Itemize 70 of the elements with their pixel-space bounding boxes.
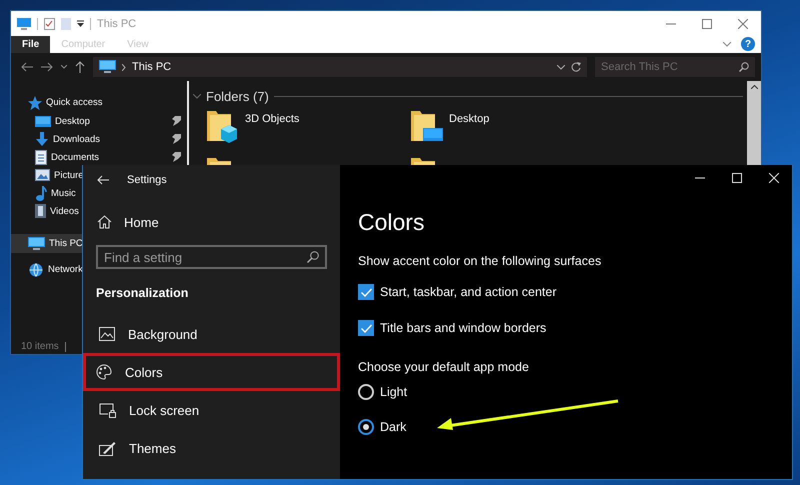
section-label: Show accent color on the following surfaces [358, 254, 602, 268]
search-icon[interactable] [739, 62, 749, 72]
section-heading: Personalization [95, 285, 190, 302]
nav-item[interactable]: Downloads [11, 130, 187, 148]
nav-item[interactable]: Background [83, 315, 340, 353]
help-button[interactable]: ? [741, 37, 755, 51]
computer-icon [28, 236, 45, 250]
checkbox[interactable]: Start, taskbar, and action center [358, 280, 792, 304]
up-arrow-icon[interactable] [75, 61, 85, 73]
computer-icon [99, 60, 116, 74]
computer-icon[interactable] [17, 18, 31, 30]
ribbon-tab[interactable]: File [11, 36, 50, 53]
radio-button[interactable]: Light [358, 380, 792, 404]
nav-item[interactable]: Desktop [11, 112, 187, 130]
search-icon[interactable] [307, 251, 319, 263]
group-header: Folders (7) [206, 88, 269, 104]
desktop-icon [35, 114, 51, 128]
properties-checklist-icon[interactable] [44, 18, 55, 30]
film-icon [35, 204, 46, 218]
scrollbar[interactable] [747, 81, 761, 165]
document-icon [35, 150, 47, 164]
nav-item[interactable]: Documents [11, 148, 187, 166]
music-note-icon [35, 186, 47, 200]
screen-lock-icon [99, 402, 116, 418]
folder-name[interactable]: 3D Objects [245, 113, 300, 125]
checkmark-icon [360, 324, 372, 332]
folder-cube-icon[interactable] [207, 109, 239, 144]
pin-icon [172, 116, 181, 126]
pin-icon [172, 152, 181, 162]
scroll-up-icon[interactable] [750, 85, 758, 89]
page-title: Colors [358, 209, 426, 237]
nav-item[interactable]: Home [83, 203, 340, 241]
back-arrow-icon[interactable] [21, 62, 33, 72]
home-icon [97, 215, 112, 229]
chevron-down-icon[interactable] [61, 65, 67, 69]
dropdown-arrow-icon[interactable] [77, 20, 84, 27]
chevron-down-icon[interactable] [557, 64, 565, 70]
pin-icon [172, 134, 181, 144]
nav-item[interactable]: Network [11, 260, 85, 279]
section-label: Choose your default app mode [358, 360, 530, 374]
nav-item[interactable]: Picture [11, 166, 86, 184]
nav-item[interactable]: Music [11, 184, 78, 202]
nav-item[interactable]: This PC [11, 234, 85, 253]
nav-item[interactable]: Colors [83, 353, 340, 391]
folder-name[interactable]: Desktop [449, 113, 490, 125]
checkbox[interactable]: Title bars and window borders [358, 316, 792, 340]
refresh-icon[interactable] [571, 62, 581, 72]
nav-item[interactable]: Quick access [11, 93, 187, 112]
search-field[interactable]: Find a setting [96, 245, 327, 269]
picture-icon [35, 169, 50, 181]
checkmark-icon [360, 288, 372, 296]
window-title: Settings [127, 174, 167, 186]
chevron-down-icon[interactable] [193, 94, 201, 98]
nav-item[interactable]: Videos [11, 202, 81, 220]
download-icon [35, 132, 49, 146]
nav-item[interactable]: Lock screen [83, 391, 340, 429]
picture-icon [99, 327, 115, 341]
nav-item[interactable]: Themes [83, 429, 340, 467]
palette-icon [96, 364, 112, 380]
network-globe-icon [28, 262, 44, 276]
address-bar[interactable]: This PC [93, 57, 587, 77]
status-text: 10 items [21, 341, 59, 352]
breadcrumb-chevron-icon [122, 64, 126, 70]
star-icon [28, 96, 42, 110]
window-title: This PC [97, 18, 136, 30]
folder-desktop-icon[interactable] [411, 109, 443, 144]
brush-icon [99, 440, 116, 456]
search-field[interactable]: Search This PC [595, 57, 755, 77]
forward-arrow-icon[interactable] [41, 62, 53, 72]
expand-chevron-icon[interactable] [723, 42, 731, 47]
